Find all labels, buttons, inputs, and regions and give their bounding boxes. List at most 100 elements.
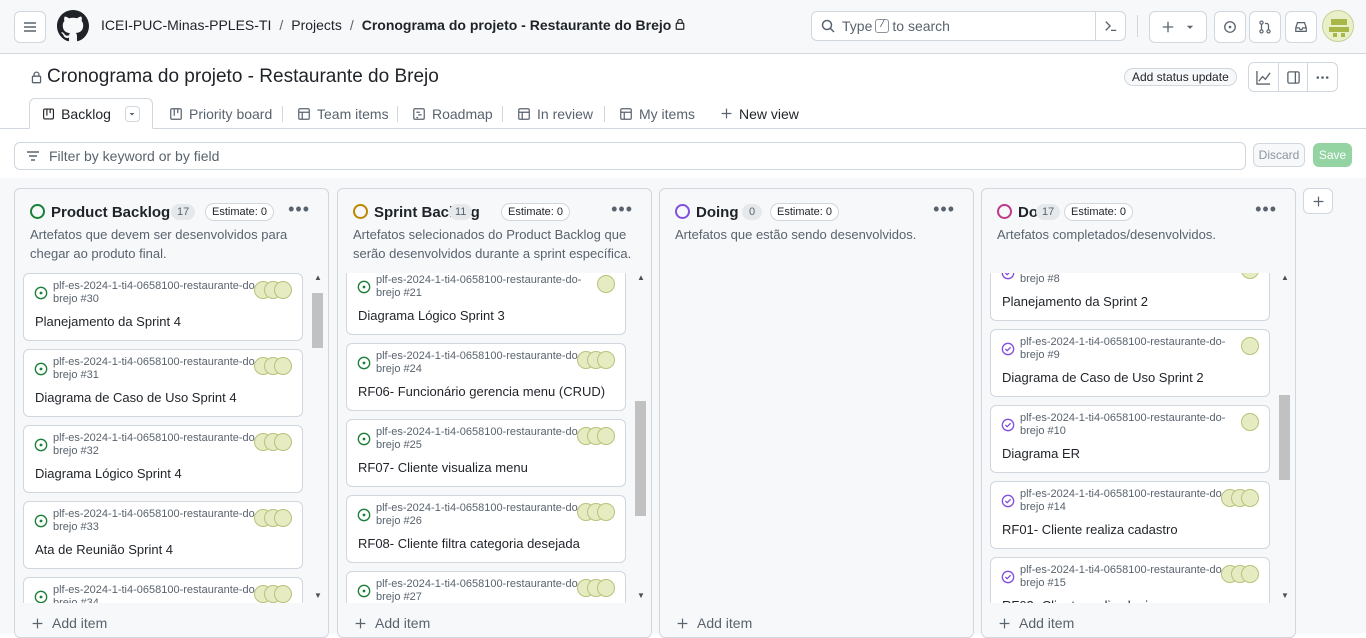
user-avatar[interactable] bbox=[1322, 10, 1354, 42]
scrollbar-thumb[interactable] bbox=[635, 401, 646, 516]
scrollbar-thumb[interactable] bbox=[312, 293, 323, 348]
assignees[interactable] bbox=[1241, 337, 1259, 355]
card-reference[interactable]: plf-es-2024-1-ti4-0658100-restaurante-do… bbox=[53, 356, 263, 382]
card-reference[interactable]: plf-es-2024-1-ti4-0658100-restaurante-do… bbox=[376, 274, 586, 300]
issue-card[interactable]: plf-es-2024-1-ti4-0658100-restaurante-do… bbox=[23, 425, 303, 493]
assignees[interactable] bbox=[597, 275, 615, 293]
issue-card[interactable]: plf-es-2024-1-ti4-0658100-restaurante-do… bbox=[990, 405, 1270, 473]
card-reference[interactable]: plf-es-2024-1-ti4-0658100-restaurante-do… bbox=[53, 432, 263, 458]
discard-button[interactable]: Discard bbox=[1253, 143, 1305, 167]
tab-in-review[interactable]: In review bbox=[517, 98, 593, 129]
issue-card[interactable]: plf-es-2024-1-ti4-0658100-restaurante-do… bbox=[346, 419, 626, 487]
add-item-button[interactable]: Add item bbox=[676, 615, 752, 631]
assignees[interactable] bbox=[254, 433, 292, 451]
issue-card[interactable]: plf-es-2024-1-ti4-0658100-restaurante-do… bbox=[990, 273, 1270, 321]
scroll-up-icon[interactable]: ▲ bbox=[637, 273, 645, 282]
side-panel-button[interactable] bbox=[1278, 62, 1308, 92]
card-title[interactable]: RF08- Cliente filtra categoria desejada bbox=[358, 536, 580, 551]
card-reference[interactable]: plf-es-2024-1-ti4-0658100-restaurante-do… bbox=[376, 502, 586, 528]
card-reference[interactable]: plf-es-2024-1-ti4-0658100-restaurante-do… bbox=[53, 584, 263, 603]
issue-card[interactable]: plf-es-2024-1-ti4-0658100-restaurante-do… bbox=[990, 557, 1270, 603]
card-title[interactable]: Ata de Reunião Sprint 4 bbox=[35, 542, 173, 557]
card-reference[interactable]: plf-es-2024-1-ti4-0658100-restaurante-do… bbox=[1020, 412, 1230, 438]
assignees[interactable] bbox=[1241, 273, 1259, 279]
filter-input[interactable]: Filter by keyword or by field bbox=[14, 142, 1246, 170]
issue-card[interactable]: plf-es-2024-1-ti4-0658100-restaurante-do… bbox=[346, 495, 626, 563]
column-menu-button[interactable]: ••• bbox=[1255, 199, 1277, 220]
search-input[interactable]: Type / to search bbox=[811, 11, 1126, 41]
column-scrollbar[interactable]: ▲ ▼ bbox=[635, 273, 647, 603]
scroll-up-icon[interactable]: ▲ bbox=[314, 273, 322, 282]
card-title[interactable]: Planejamento da Sprint 2 bbox=[1002, 294, 1148, 309]
scroll-down-icon[interactable]: ▼ bbox=[314, 591, 322, 600]
card-reference[interactable]: plf-es-2024-1-ti4-0658100-restaurante-do… bbox=[53, 508, 263, 534]
save-button[interactable]: Save bbox=[1313, 143, 1352, 167]
assignees[interactable] bbox=[1221, 489, 1259, 507]
assignees[interactable] bbox=[254, 357, 292, 375]
card-reference[interactable]: plf-es-2024-1-ti4-0658100-restaurante-do… bbox=[53, 280, 263, 306]
add-item-button[interactable]: Add item bbox=[31, 615, 107, 631]
column-menu-button[interactable]: ••• bbox=[933, 199, 955, 220]
card-reference[interactable]: plf-es-2024-1-ti4-0658100-restaurante-do… bbox=[376, 350, 586, 376]
card-title[interactable]: Planejamento da Sprint 4 bbox=[35, 314, 181, 329]
card-title[interactable]: Diagrama Lógico Sprint 3 bbox=[358, 308, 505, 323]
scroll-down-icon[interactable]: ▼ bbox=[637, 591, 645, 600]
scrollbar-thumb[interactable] bbox=[1279, 395, 1290, 480]
column-menu-button[interactable]: ••• bbox=[611, 199, 633, 220]
create-new-button[interactable] bbox=[1149, 11, 1207, 43]
card-reference[interactable]: plf-es-2024-1-ti4-0658100-restaurante-do… bbox=[376, 578, 586, 603]
card-title[interactable]: RF07- Cliente visualiza menu bbox=[358, 460, 528, 475]
github-logo-icon[interactable] bbox=[57, 10, 89, 42]
column-menu-button[interactable]: ••• bbox=[288, 199, 310, 220]
add-status-update-button[interactable]: Add status update bbox=[1124, 68, 1237, 86]
issue-card[interactable]: plf-es-2024-1-ti4-0658100-restaurante-do… bbox=[23, 577, 303, 603]
issues-button[interactable] bbox=[1214, 11, 1246, 43]
tab-roadmap[interactable]: Roadmap bbox=[412, 98, 493, 129]
add-item-button[interactable]: Add item bbox=[354, 615, 430, 631]
breadcrumb-projects[interactable]: Projects bbox=[291, 17, 342, 33]
issue-card[interactable]: plf-es-2024-1-ti4-0658100-restaurante-do… bbox=[23, 273, 303, 341]
tab-backlog[interactable]: Backlog bbox=[29, 98, 153, 129]
issue-card[interactable]: plf-es-2024-1-ti4-0658100-restaurante-do… bbox=[346, 273, 626, 335]
tab-my-items[interactable]: My items bbox=[619, 98, 695, 129]
tab-team-items[interactable]: Team items bbox=[297, 98, 389, 129]
card-title[interactable]: Diagrama ER bbox=[1002, 446, 1080, 461]
view-options-button[interactable] bbox=[124, 105, 140, 122]
assignees[interactable] bbox=[1241, 413, 1259, 431]
scroll-down-icon[interactable]: ▼ bbox=[1281, 591, 1289, 600]
add-item-button[interactable]: Add item bbox=[998, 615, 1074, 631]
card-reference[interactable]: plf-es-2024-1-ti4-0658100-restaurante-do… bbox=[1020, 564, 1230, 590]
card-title[interactable]: Diagrama Lógico Sprint 4 bbox=[35, 466, 182, 481]
menu-button[interactable] bbox=[14, 11, 46, 43]
command-palette-button[interactable] bbox=[1095, 11, 1125, 41]
column-scrollbar[interactable]: ▲ ▼ bbox=[1279, 273, 1291, 603]
assignees[interactable] bbox=[254, 281, 292, 299]
tab-priority-board[interactable]: Priority board bbox=[169, 98, 272, 129]
inbox-button[interactable] bbox=[1285, 11, 1317, 43]
add-column-button[interactable] bbox=[1303, 188, 1333, 214]
new-view-button[interactable]: New view bbox=[720, 98, 799, 129]
pull-requests-button[interactable] bbox=[1249, 11, 1281, 43]
card-title[interactable]: Diagrama de Caso de Uso Sprint 4 bbox=[35, 390, 237, 405]
issue-card[interactable]: plf-es-2024-1-ti4-0658100-restaurante-do… bbox=[346, 343, 626, 411]
assignees[interactable] bbox=[577, 427, 615, 445]
issue-card[interactable]: plf-es-2024-1-ti4-0658100-restaurante-do… bbox=[990, 329, 1270, 397]
breadcrumb-org[interactable]: ICEI-PUC-Minas-PPLES-TI bbox=[101, 17, 271, 33]
assignees[interactable] bbox=[577, 503, 615, 521]
card-reference[interactable]: plf-es-2024-1-ti4-0658100-restaurante-do… bbox=[376, 426, 586, 452]
assignees[interactable] bbox=[254, 585, 292, 603]
scroll-up-icon[interactable]: ▲ bbox=[1281, 273, 1289, 282]
card-reference[interactable]: plf-es-2024-1-ti4-0658100-restaurante-do… bbox=[1020, 273, 1230, 286]
column-scrollbar[interactable]: ▲ ▼ bbox=[312, 273, 324, 603]
breadcrumb-project[interactable]: Cronograma do projeto - Restaurante do B… bbox=[362, 17, 672, 33]
card-title[interactable]: Diagrama de Caso de Uso Sprint 2 bbox=[1002, 370, 1204, 385]
card-title[interactable]: RF02- Cliente realiza login bbox=[1002, 598, 1155, 603]
issue-card[interactable]: plf-es-2024-1-ti4-0658100-restaurante-do… bbox=[23, 349, 303, 417]
project-menu-button[interactable] bbox=[1307, 62, 1338, 92]
assignees[interactable] bbox=[254, 509, 292, 527]
card-title[interactable]: RF01- Cliente realiza cadastro bbox=[1002, 522, 1178, 537]
assignees[interactable] bbox=[577, 351, 615, 369]
assignees[interactable] bbox=[577, 579, 615, 597]
issue-card[interactable]: plf-es-2024-1-ti4-0658100-restaurante-do… bbox=[23, 501, 303, 569]
card-reference[interactable]: plf-es-2024-1-ti4-0658100-restaurante-do… bbox=[1020, 336, 1230, 362]
